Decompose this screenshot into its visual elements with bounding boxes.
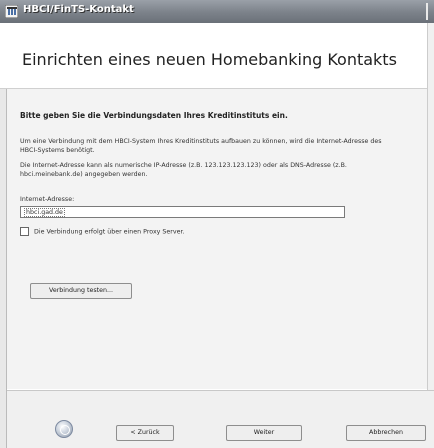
back-button[interactable]: < Zurück [116, 425, 174, 441]
proxy-label: Die Verbindung erfolgt über einen Proxy … [34, 228, 185, 236]
description-paragraph: Um eine Verbindung mit dem HBCI-System I… [20, 138, 382, 154]
page-title: Einrichten eines neuen Homebanking Konta… [22, 50, 397, 69]
wizard-content: Bitte geben Sie die Verbindungsdaten Ihr… [7, 89, 428, 389]
window-edge [426, 3, 428, 20]
address-value: hbci.gad.de [24, 208, 65, 217]
address-input[interactable]: hbci.gad.de [20, 206, 345, 218]
instruction-text: Bitte geben Sie die Verbindungsdaten Ihr… [20, 111, 288, 120]
right-frame [427, 23, 434, 403]
proxy-checkbox[interactable] [20, 227, 29, 236]
test-connection-button[interactable]: Verbindung testen... [30, 283, 132, 299]
address-hint-paragraph: Die Internet-Adresse kann als numerische… [20, 162, 347, 178]
window-title: HBCI/FinTS-Kontakt [23, 4, 134, 15]
proxy-option[interactable]: Die Verbindung erfolgt über einen Proxy … [20, 227, 184, 236]
title-bar: HBCI/FinTS-Kontakt [0, 0, 434, 24]
help-icon[interactable] [55, 420, 73, 438]
wizard-header: Einrichten eines neuen Homebanking Konta… [0, 23, 434, 89]
address-label: Internet-Adresse: [20, 196, 75, 203]
bank-icon [5, 5, 18, 18]
next-button[interactable]: Weiter [226, 425, 302, 441]
cancel-button[interactable]: Abbrechen [346, 425, 426, 441]
